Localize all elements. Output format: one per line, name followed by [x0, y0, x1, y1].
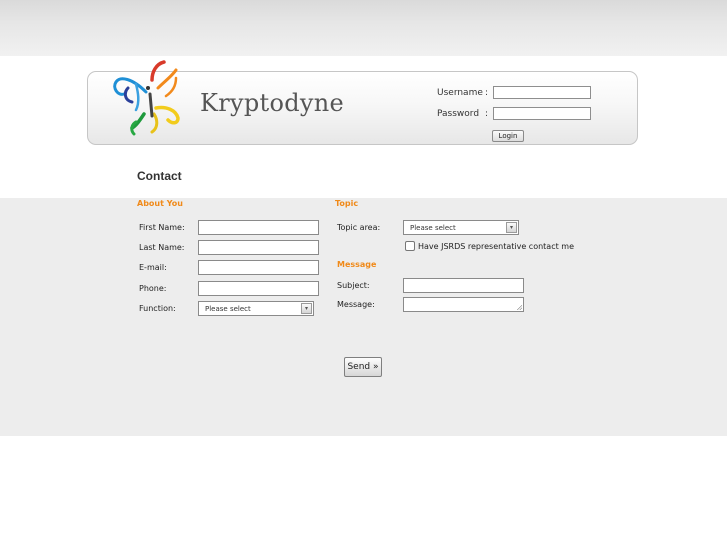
brand-name: Kryptodyne — [200, 89, 344, 117]
function-select-value: Please select — [205, 305, 251, 313]
first-name-input[interactable] — [198, 220, 319, 235]
send-button[interactable]: Send » — [344, 357, 382, 377]
email-label: E-mail: — [139, 263, 167, 272]
resize-grip-icon[interactable] — [517, 305, 522, 310]
login-button[interactable]: Login — [492, 130, 524, 142]
username-input[interactable] — [493, 86, 591, 99]
top-bar — [0, 0, 727, 56]
subject-input[interactable] — [403, 278, 524, 293]
first-name-label: First Name: — [139, 223, 185, 232]
about-you-heading: About You — [137, 199, 183, 208]
chevron-down-icon: ▾ — [301, 303, 312, 314]
contact-me-checkbox[interactable] — [405, 241, 415, 251]
function-select[interactable]: Please select ▾ — [198, 301, 314, 316]
phone-input[interactable] — [198, 281, 319, 296]
topic-heading: Topic — [335, 199, 359, 208]
contact-me-label: Have JSRDS representative contact me — [418, 242, 574, 251]
subject-label: Subject: — [337, 281, 370, 290]
header-panel: Kryptodyne Username : Password : Login — [87, 60, 638, 145]
message-label: Message: — [337, 300, 375, 309]
chevron-down-icon: ▾ — [506, 222, 517, 233]
email-input[interactable] — [198, 260, 319, 275]
phone-label: Phone: — [139, 284, 167, 293]
username-label: Username — [437, 88, 483, 98]
last-name-input[interactable] — [198, 240, 319, 255]
butterfly-logo-icon — [113, 60, 180, 136]
contact-form-area — [0, 198, 727, 436]
topic-area-label: Topic area: — [337, 223, 381, 232]
page-title: Contact — [137, 169, 182, 183]
topic-area-select[interactable]: Please select ▾ — [403, 220, 519, 235]
message-heading: Message — [337, 260, 377, 269]
password-label: Password — [437, 109, 480, 119]
last-name-label: Last Name: — [139, 243, 185, 252]
username-colon: : — [485, 88, 489, 98]
topic-area-select-value: Please select — [410, 224, 456, 232]
function-label: Function: — [139, 304, 176, 313]
password-colon: : — [485, 109, 489, 119]
message-textarea[interactable] — [403, 297, 524, 312]
password-input[interactable] — [493, 107, 591, 120]
